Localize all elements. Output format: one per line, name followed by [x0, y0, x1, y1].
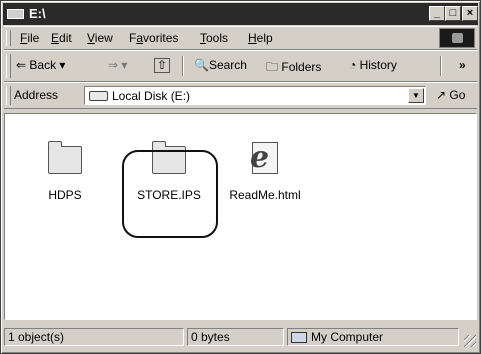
addressbar-grip[interactable]	[6, 86, 11, 105]
menu-favorites[interactable]: Favorites	[129, 31, 178, 45]
address-bar: Address Local Disk (E:) ▼ ↗ Go	[4, 82, 477, 109]
status-size: 0 bytes	[187, 328, 284, 346]
menu-view[interactable]: View	[87, 31, 113, 45]
close-button[interactable]: ×	[462, 6, 478, 21]
title-bar[interactable]: E:\ _ □ ×	[3, 3, 478, 25]
history-icon: ◔	[349, 58, 357, 72]
window-title: E:\	[29, 6, 46, 21]
search-icon: 🔍	[194, 58, 209, 72]
file-item-readme[interactable]: e ReadMe.html	[225, 132, 305, 202]
html-file-icon: e	[250, 142, 278, 174]
folders-icon: 🗀	[266, 60, 279, 74]
forward-button[interactable]: ⇒ ▾	[108, 58, 127, 72]
minimize-button[interactable]: _	[429, 6, 445, 21]
file-view[interactable]: HDPS STORE.IPS e ReadMe.html	[4, 113, 477, 320]
back-button[interactable]: ⇐ Back ▾	[16, 58, 65, 72]
forward-dropdown-icon[interactable]: ▾	[121, 58, 127, 72]
local-disk-icon	[89, 91, 108, 101]
explorer-window: E:\ _ □ × File Edit View Favorites Tools…	[0, 0, 481, 354]
maximize-button[interactable]: □	[445, 6, 461, 21]
address-label: Address	[14, 88, 59, 102]
windows-logo-icon	[452, 33, 463, 43]
up-folder-button[interactable]: ⇧	[154, 58, 171, 73]
file-item-hdps[interactable]: HDPS	[25, 132, 105, 202]
go-button[interactable]: ↗ Go	[436, 88, 465, 102]
history-button[interactable]: ◔ History	[349, 58, 397, 72]
address-input[interactable]: Local Disk (E:) ▼	[84, 86, 426, 105]
menu-file[interactable]: File	[20, 31, 39, 45]
menu-bar: File Edit View Favorites Tools Help	[4, 26, 477, 50]
toolbar-separator	[182, 56, 184, 76]
highlight-circle	[122, 150, 218, 238]
my-computer-icon	[291, 332, 307, 344]
standard-toolbar: ⇐ Back ▾ ⇒ ▾ ⇧ 🔍Search 🗀 Folders ◔ Histo…	[4, 50, 477, 82]
resize-grip[interactable]	[464, 335, 476, 347]
menubar-grip[interactable]	[6, 30, 11, 46]
folders-button[interactable]: 🗀 Folders	[266, 58, 321, 79]
file-name: ReadMe.html	[229, 188, 301, 202]
go-arrow-icon: ↗	[436, 88, 447, 102]
folder-icon	[48, 141, 82, 174]
back-dropdown-icon[interactable]: ▾	[59, 58, 65, 72]
file-name: HDPS	[48, 188, 82, 202]
address-dropdown-button[interactable]: ▼	[408, 88, 424, 103]
status-zone: My Computer	[287, 328, 459, 346]
windows-logo-throbber	[439, 28, 475, 48]
drive-icon	[7, 9, 24, 19]
menu-help[interactable]: Help	[248, 31, 273, 45]
toolbar-grip[interactable]	[6, 54, 11, 78]
menu-edit[interactable]: Edit	[51, 31, 72, 45]
address-value: Local Disk (E:)	[112, 89, 191, 103]
status-bar: 1 object(s) 0 bytes My Computer	[4, 326, 477, 348]
search-button[interactable]: 🔍Search	[194, 58, 247, 72]
status-object-count: 1 object(s)	[4, 328, 184, 346]
toolbar-more-button[interactable]: »	[459, 58, 466, 72]
up-folder-icon: ⇧	[157, 58, 168, 72]
menu-tools[interactable]: Tools	[200, 31, 228, 45]
toolbar-separator	[440, 56, 442, 76]
